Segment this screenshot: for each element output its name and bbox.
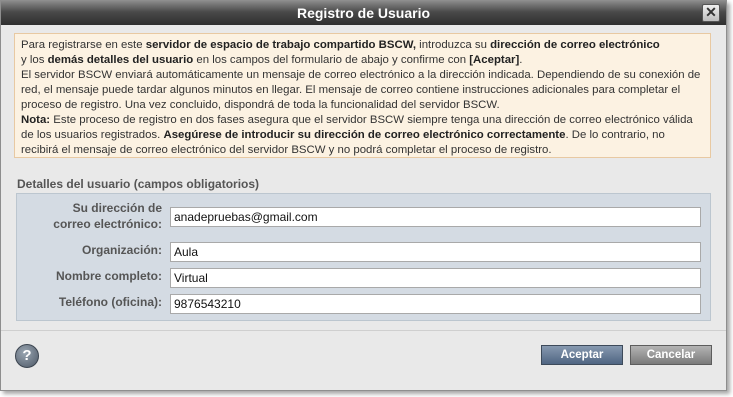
email-label: Su dirección de correo electrónico: [53, 201, 162, 231]
close-icon[interactable]: ✕ [702, 4, 720, 22]
phone-label: Teléfono (oficina): [58, 295, 162, 309]
accept-button[interactable]: Aceptar [541, 345, 623, 365]
organization-field[interactable] [170, 242, 701, 262]
organization-label: Organización: [81, 243, 162, 257]
info-paragraph-process: El servidor BSCW enviará automáticamente… [21, 69, 701, 111]
phone-field[interactable] [170, 294, 701, 314]
section-title: Detalles del usuario (campos obligatorio… [17, 177, 260, 191]
cancel-button[interactable]: Cancelar [630, 345, 712, 365]
registration-dialog: Registro de Usuario ✕ Para registrarse e… [0, 0, 727, 391]
email-field[interactable] [170, 207, 701, 227]
dialog-title: Registro de Usuario [296, 5, 431, 21]
info-box: Para registrarse en este servidor de esp… [14, 33, 711, 158]
info-paragraph-intro: Para registrarse en este servidor de esp… [21, 39, 660, 66]
info-paragraph-note: Nota: Este proceso de registro en dos fa… [21, 114, 693, 156]
full-name-field[interactable] [170, 268, 701, 288]
footer-divider [1, 330, 726, 331]
dialog-titlebar: Registro de Usuario ✕ [1, 1, 726, 25]
user-details-form: Su dirección decorreo electrónico: Organ… [16, 193, 711, 321]
help-icon[interactable]: ? [15, 344, 39, 368]
full-name-label: Nombre completo: [55, 269, 162, 283]
